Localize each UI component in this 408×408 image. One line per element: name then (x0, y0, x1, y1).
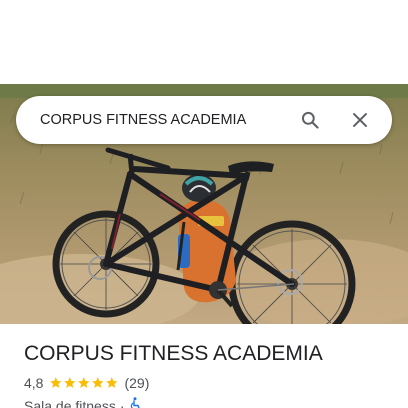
place-category: Sala de fitness (24, 397, 116, 408)
search-input[interactable]: CORPUS FITNESS ACADEMIA (40, 112, 292, 128)
star-icon (106, 377, 118, 389)
place-title: CORPUS FITNESS ACADEMIA (24, 342, 323, 365)
map-place-screen: CORPUS FITNESS ACADEMIA CORPUS FITNESS A… (0, 0, 408, 408)
rating-stars (49, 376, 119, 390)
review-count[interactable]: (29) (124, 375, 149, 391)
rating-row[interactable]: 4,8 (29) (24, 375, 149, 391)
star-icon (64, 377, 76, 389)
category-separator: · (119, 397, 125, 408)
star-icon (78, 377, 90, 389)
star-icon (50, 377, 62, 389)
wheelchair-icon (129, 397, 141, 408)
map-area-top (0, 0, 408, 84)
category-row: Sala de fitness · (24, 397, 141, 408)
rating-value: 4,8 (24, 375, 44, 391)
search-icon[interactable] (292, 102, 328, 138)
star-icon (92, 377, 104, 389)
search-bar[interactable]: CORPUS FITNESS ACADEMIA (16, 96, 392, 144)
close-icon[interactable] (342, 102, 378, 138)
place-info-panel: CORPUS FITNESS ACADEMIA 4,8 (29) Sala de… (0, 324, 408, 408)
